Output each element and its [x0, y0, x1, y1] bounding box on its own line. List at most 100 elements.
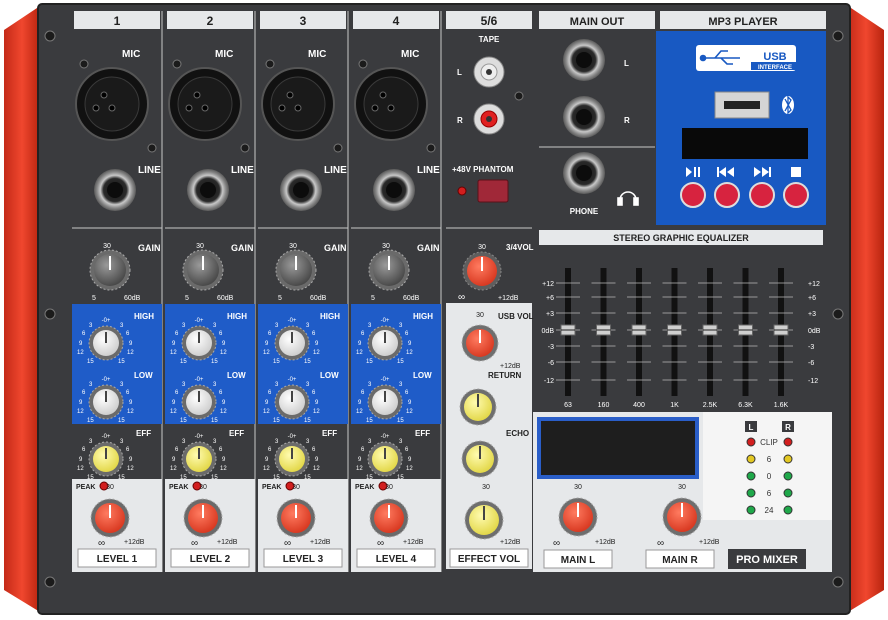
vol-34-label: 3/4VOL [506, 243, 534, 252]
high-eq-knob[interactable] [181, 325, 217, 361]
level-knob[interactable] [90, 498, 130, 538]
line-input-jack[interactable] [187, 169, 229, 211]
mic-xlr-input[interactable] [75, 67, 149, 141]
svg-text:60dB: 60dB [217, 295, 234, 302]
svg-text:5: 5 [278, 295, 282, 302]
svg-text:12: 12 [406, 350, 413, 356]
phantom-led [457, 186, 467, 196]
line-label: LINE [324, 165, 347, 176]
main-l-knob[interactable] [558, 497, 598, 537]
low-eq-knob[interactable] [367, 384, 403, 420]
svg-text:30: 30 [196, 243, 204, 250]
svg-text:R: R [624, 116, 630, 125]
effect-vol-knob[interactable] [464, 500, 504, 540]
svg-text:12: 12 [356, 350, 363, 356]
stop-icon [791, 167, 801, 177]
geq-scale-right: 0dB [808, 328, 821, 335]
svg-text:30: 30 [476, 312, 484, 319]
svg-text:15: 15 [118, 418, 125, 424]
geq-scale-right: -3 [808, 344, 814, 351]
svg-text:15: 15 [87, 418, 94, 424]
main-out-l-jack[interactable] [563, 39, 605, 81]
svg-text:15: 15 [304, 418, 311, 424]
usb-vol-knob[interactable] [461, 324, 499, 362]
high-label: HIGH [227, 312, 247, 321]
level-knob[interactable] [369, 498, 409, 538]
return-knob[interactable] [459, 388, 497, 426]
eff-send-knob[interactable] [367, 441, 403, 477]
svg-text:15: 15 [397, 418, 404, 424]
geq-scale-right: +3 [808, 311, 816, 318]
svg-text:30: 30 [482, 484, 490, 491]
geq-band-label: 2.5K [703, 402, 718, 409]
svg-text:-0+: -0+ [102, 434, 111, 440]
eff-send-knob[interactable] [181, 441, 217, 477]
svg-text:30: 30 [103, 243, 111, 250]
svg-text:15: 15 [273, 359, 280, 365]
line-input-jack[interactable] [94, 169, 136, 211]
tape-r-label: R [457, 116, 463, 125]
channel-number: 3 [300, 14, 307, 28]
low-label: LOW [227, 371, 246, 380]
main-out-title: MAIN OUT [570, 16, 625, 28]
low-eq-knob[interactable] [274, 384, 310, 420]
level-knob[interactable] [276, 498, 316, 538]
master-display [541, 421, 695, 475]
gain-knob[interactable] [368, 249, 410, 291]
low-label: LOW [413, 371, 432, 380]
svg-text:12: 12 [406, 466, 413, 472]
usb-logo: USB INTERFACE [696, 45, 799, 71]
phone-jack[interactable] [563, 152, 605, 194]
high-label: HIGH [134, 312, 154, 321]
geq-scale-left: -3 [548, 344, 554, 351]
gain-knob[interactable] [275, 249, 317, 291]
meter-led-l [746, 505, 756, 515]
meter-led-r [783, 505, 793, 515]
phantom-switch[interactable] [477, 179, 509, 203]
mic-xlr-input[interactable] [354, 67, 428, 141]
echo-knob[interactable] [461, 440, 499, 478]
svg-text:15: 15 [304, 359, 311, 365]
tape-input-r[interactable] [473, 103, 505, 135]
low-label: LOW [134, 371, 153, 380]
svg-text:12: 12 [127, 350, 134, 356]
level-label: LEVEL 3 [283, 554, 324, 565]
high-eq-knob[interactable] [88, 325, 124, 361]
line-input-jack[interactable] [280, 169, 322, 211]
tape-input-l[interactable] [473, 56, 505, 88]
gain-knob[interactable] [89, 249, 131, 291]
meter-level-label: 6 [767, 489, 772, 498]
vol-34-knob[interactable] [462, 251, 502, 291]
peak-label: PEAK [355, 484, 374, 491]
eff-send-knob[interactable] [88, 441, 124, 477]
svg-text:+12dB: +12dB [595, 539, 616, 546]
level-knob[interactable] [183, 498, 223, 538]
high-eq-knob[interactable] [274, 325, 310, 361]
main-out-r-jack[interactable] [563, 96, 605, 138]
low-label: LOW [320, 371, 339, 380]
eff-send-knob[interactable] [274, 441, 310, 477]
mic-xlr-input[interactable] [168, 67, 242, 141]
geq-band-label: 160 [598, 402, 610, 409]
svg-text:30: 30 [106, 484, 114, 491]
gain-label: GAIN [138, 243, 161, 253]
low-eq-knob[interactable] [88, 384, 124, 420]
svg-text:+12dB: +12dB [500, 363, 521, 370]
low-eq-knob[interactable] [181, 384, 217, 420]
svg-text:12: 12 [313, 350, 320, 356]
svg-text:5: 5 [92, 295, 96, 302]
geq-band-label: 63 [564, 402, 572, 409]
line-input-jack[interactable] [373, 169, 415, 211]
line-label: LINE [231, 165, 254, 176]
svg-text:30: 30 [289, 243, 297, 250]
svg-text:∞: ∞ [657, 538, 664, 549]
peak-label: PEAK [169, 484, 188, 491]
high-eq-knob[interactable] [367, 325, 403, 361]
eff-label: EFF [136, 429, 151, 438]
mic-xlr-input[interactable] [261, 67, 335, 141]
geq-band-label: 1.6K [774, 402, 789, 409]
main-r-label: MAIN R [662, 555, 698, 566]
main-r-knob[interactable] [662, 497, 702, 537]
gain-knob[interactable] [182, 249, 224, 291]
geq-band-label: 1K [670, 402, 679, 409]
